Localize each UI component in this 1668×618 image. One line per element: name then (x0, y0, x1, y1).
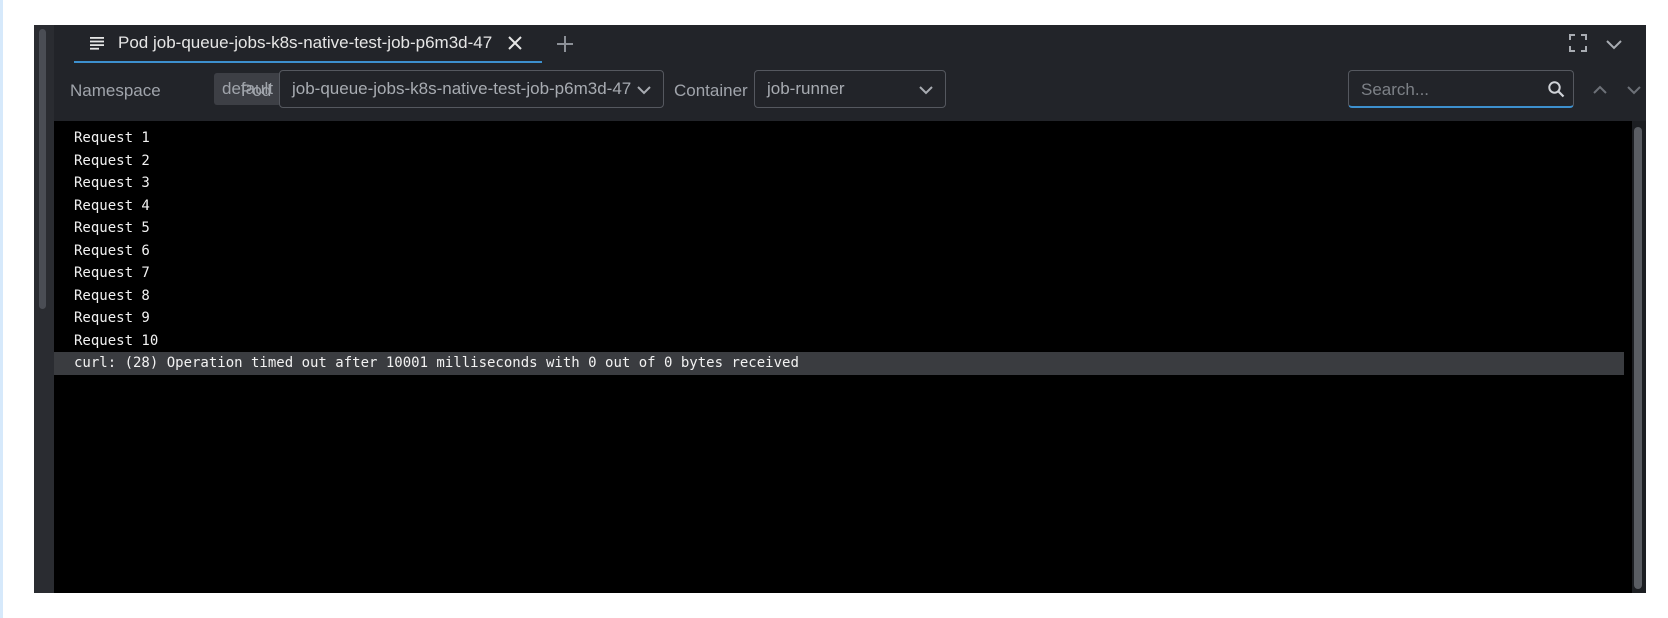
chevron-down-icon (917, 81, 935, 99)
log-line: Request 1 (74, 130, 150, 146)
search-input[interactable] (1349, 71, 1553, 108)
page-edge (0, 0, 3, 618)
plus-icon[interactable] (554, 33, 576, 55)
close-icon[interactable] (506, 34, 524, 52)
tab-pod-logs[interactable]: Pod job-queue-jobs-k8s-native-test-job-p… (74, 25, 542, 63)
container-select[interactable]: job-runner (754, 70, 946, 108)
log-viewer[interactable]: Request 1 Request 2 Request 3 Request 4 … (54, 121, 1646, 593)
logs-icon (88, 34, 106, 52)
dock-panel: Pod job-queue-jobs-k8s-native-test-job-p… (34, 25, 1646, 593)
pod-select-value: job-queue-jobs-k8s-native-test-job-p6m3d… (292, 79, 632, 98)
log-line: Request 2 (74, 152, 150, 169)
chevron-down-icon[interactable] (1624, 80, 1644, 100)
search-icon[interactable] (1547, 80, 1565, 98)
container-select-value: job-runner (767, 79, 845, 98)
chevron-down-icon (635, 81, 653, 99)
log-line-highlighted: curl: (28) Operation timed out after 100… (54, 352, 1624, 375)
outer-scrollbar[interactable] (34, 25, 54, 593)
log-line: Request 9 (74, 310, 150, 326)
namespace-label: Namespace (70, 81, 161, 100)
log-toolbar: Namespace default Pod job-queue-jobs-k8s… (54, 63, 1646, 121)
outer-scrollbar-thumb[interactable] (39, 29, 46, 309)
log-scrollbar-thumb[interactable] (1634, 127, 1642, 589)
log-scrollbar[interactable] (1632, 121, 1646, 593)
pod-select[interactable]: job-queue-jobs-k8s-native-test-job-p6m3d… (279, 70, 664, 108)
log-line: Request 8 (74, 287, 150, 304)
container-label: Container (674, 81, 748, 100)
log-line: Request 7 (74, 265, 150, 281)
dock-tab-bar: Pod job-queue-jobs-k8s-native-test-job-p… (54, 25, 1646, 63)
pod-label: Pod (241, 81, 272, 100)
log-lines: Request 1 Request 2 Request 3 Request 4 … (54, 127, 1624, 375)
log-line: Request 4 (74, 197, 150, 214)
chevron-up-icon[interactable] (1590, 80, 1610, 100)
tab-label: Pod job-queue-jobs-k8s-native-test-job-p… (118, 33, 493, 52)
search-field[interactable] (1348, 70, 1574, 108)
log-line: Request 5 (74, 220, 150, 236)
log-line: Request 6 (74, 242, 150, 259)
log-line: Request 10 (74, 332, 159, 349)
log-line: Request 3 (74, 175, 150, 191)
chevron-down-icon[interactable] (1604, 34, 1624, 54)
fullscreen-icon[interactable] (1568, 33, 1588, 53)
